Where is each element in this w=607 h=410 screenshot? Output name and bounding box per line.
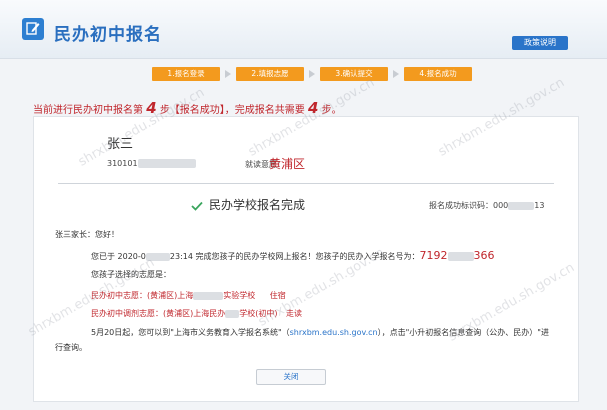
choice-adjustment-school: 民办初中调剂志愿：(黄浦区)上海民办: [91, 309, 226, 318]
notice-url-link[interactable]: shrxbm.edu.sh.gov.cn: [290, 328, 378, 337]
step-4: 4.报名成功: [404, 67, 472, 81]
completion-title: 民办学校报名完成: [209, 198, 306, 212]
application-number-suffix: 366: [473, 249, 495, 262]
progress-suffix: 步。: [321, 105, 342, 116]
notice-mid: ），点击"小升初报名信息查询（公办、民办）"进: [377, 328, 549, 337]
step-1: 1.报名登录: [152, 67, 220, 81]
district-value: 黄浦区: [269, 157, 306, 171]
student-id: 310101: [107, 159, 196, 168]
redaction-mask: [225, 309, 240, 318]
redaction-mask: [137, 159, 196, 168]
check-icon: [191, 201, 203, 211]
step-2: 2.填报志愿: [236, 67, 304, 81]
choice-primary-school: 民办初中志愿：(黄浦区)上海: [91, 291, 194, 300]
step-3: 3.确认提交: [320, 67, 388, 81]
submit-date: 您已于 2020-0: [91, 252, 146, 261]
application-number: 7192 366: [420, 249, 495, 262]
submit-text: 23:14 完成您孩子的民办学校网上报名！您孩子的民办入学报名号为：: [169, 252, 420, 261]
choice-primary-name: 实验学校: [223, 291, 256, 300]
progress-prefix: 当前进行民办初中报名第: [33, 105, 143, 116]
notice-end: 行查询。: [55, 343, 87, 352]
student-id-prefix: 310101: [107, 159, 138, 168]
choice-primary-type: 住宿: [269, 291, 286, 300]
result-card: 张三 310101 就读意愿： 黄浦区 民办学校报名完成 报名成功标识码：000…: [33, 116, 579, 402]
redaction-mask: [193, 291, 224, 300]
progress-current-step: 4: [146, 99, 157, 117]
application-number-prefix: 7192: [419, 249, 448, 262]
choices-intro: 您孩子选择的志愿是：: [91, 270, 171, 279]
choice-adjustment: 民办初中调剂志愿：(黄浦区)上海民办 学校(初中) 走读: [91, 308, 302, 319]
choice-adjustment-type: 走读: [286, 309, 303, 318]
success-code-label: 报名成功标识码：: [429, 201, 493, 210]
edit-form-icon: [22, 18, 44, 40]
submit-info: 您已于 2020-0 23:14 完成您孩子的民办学校网上报名！您孩子的民办入学报…: [91, 249, 495, 262]
redaction-mask: [447, 251, 474, 261]
progress-message: 当前进行民办初中报名第 4 步【报名成功】，完成报名共需要 4 步。: [33, 99, 342, 117]
redaction-mask: [145, 252, 170, 261]
choice-primary: 民办初中志愿：(黄浦区)上海 实验学校 住宿: [91, 290, 286, 301]
divider: [58, 183, 554, 184]
success-code-prefix: 000: [493, 201, 509, 210]
student-name: 张三: [107, 137, 134, 152]
success-code: 报名成功标识码：000 13: [429, 200, 544, 211]
success-code-suffix: 13: [534, 201, 545, 210]
notice-prefix: 5月20日起，您可以到"上海市义务教育入学报名系统"（: [91, 328, 290, 337]
notice-text: 5月20日起，您可以到"上海市义务教育入学报名系统"（shrxbm.edu.sh…: [91, 327, 549, 338]
step-progress: 1.报名登录 2.填报志愿 3.确认提交 4.报名成功: [152, 67, 472, 83]
progress-middle: 步【报名成功】，完成报名共需要: [159, 105, 305, 116]
completion-status: 民办学校报名完成: [191, 196, 305, 213]
policy-button[interactable]: 政策说明: [512, 36, 568, 50]
arrow-icon: [393, 70, 399, 78]
redaction-mask: [508, 201, 535, 210]
close-button[interactable]: 关闭: [256, 369, 326, 385]
arrow-icon: [225, 70, 231, 78]
app-header: 民办初中报名 政策说明: [0, 0, 607, 59]
greeting: 张三家长：您好！: [55, 230, 119, 239]
arrow-icon: [309, 70, 315, 78]
app-title: 民办初中报名: [54, 25, 162, 45]
choice-adjustment-name: 学校(初中): [239, 309, 278, 318]
progress-total-steps: 4: [308, 99, 319, 117]
